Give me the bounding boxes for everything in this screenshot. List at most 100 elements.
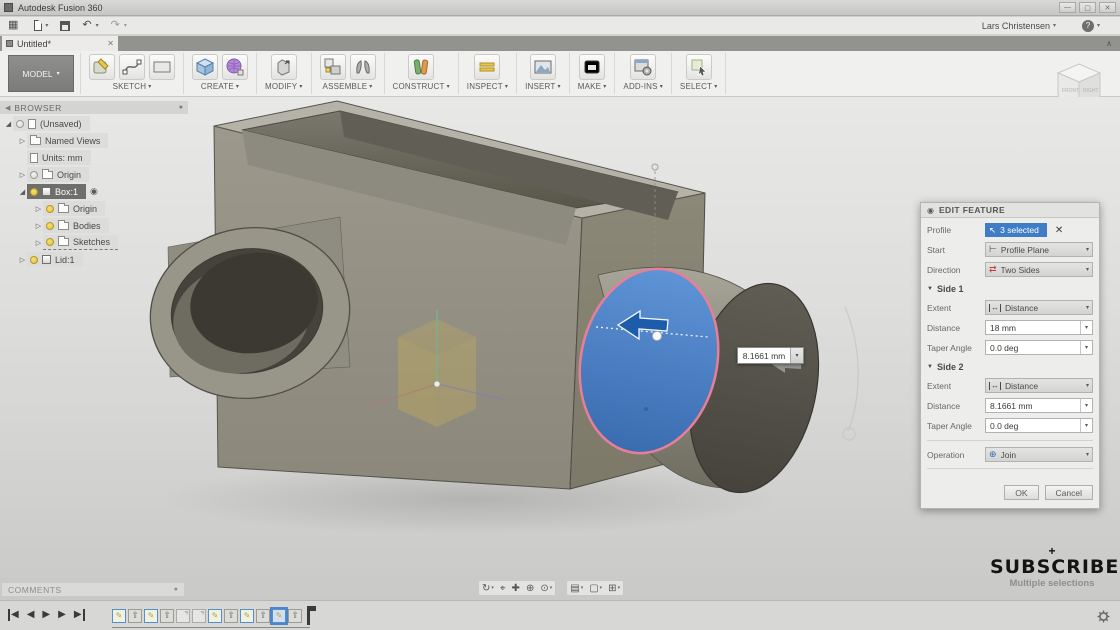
insert-image-button[interactable]: [530, 54, 556, 80]
help-chevron-icon[interactable]: ▾: [1097, 22, 1100, 29]
taper2-input[interactable]: [986, 421, 1080, 431]
create-box-button[interactable]: [192, 54, 218, 80]
close-button[interactable]: ✕: [1099, 2, 1116, 13]
side2-section-header[interactable]: ▼ Side 2: [927, 362, 1093, 372]
browser-header[interactable]: ◀ BROWSER ●: [0, 101, 188, 114]
distance2-spinner[interactable]: ▾: [1080, 399, 1092, 412]
redo-chevron-icon[interactable]: ▾: [124, 22, 127, 29]
sketch-menu[interactable]: SKETCH ▾: [113, 82, 152, 91]
new-component-button[interactable]: [320, 54, 346, 80]
timeline-position-marker[interactable]: [307, 606, 310, 625]
timeline-sketch-icon-selected[interactable]: ✎: [272, 609, 286, 623]
tree-row-unsaved[interactable]: ◢ (Unsaved): [0, 116, 196, 131]
select-menu[interactable]: SELECT ▾: [680, 82, 718, 91]
zoom-fit-button[interactable]: ⊕: [526, 583, 534, 594]
timeline-feature-icon[interactable]: [192, 609, 206, 623]
tree-row-origin[interactable]: ▷ Origin: [0, 167, 196, 182]
side1-section-header[interactable]: ▼ Side 1: [927, 284, 1093, 294]
play-button[interactable]: ▶: [58, 609, 66, 621]
collapsed-triangle-icon[interactable]: ▷: [18, 256, 27, 264]
construct-plane-button[interactable]: [408, 54, 434, 80]
expanded-triangle-icon[interactable]: ◢: [4, 120, 13, 128]
direction-dropdown[interactable]: ⇄ Two Sides ▾: [985, 262, 1093, 277]
timeline-extrude-icon[interactable]: ⇧: [128, 609, 142, 623]
distance1-input[interactable]: [986, 323, 1080, 333]
assemble-menu[interactable]: ASSEMBLE ▾: [323, 82, 373, 91]
collapsed-triangle-icon[interactable]: ▷: [34, 222, 43, 230]
tree-row-box1[interactable]: ◢ Box:1 ◉: [0, 184, 196, 199]
inspect-menu[interactable]: INSPECT ▾: [467, 82, 508, 91]
timeline-extrude-icon[interactable]: ⇧: [288, 609, 302, 623]
collapsed-triangle-icon[interactable]: ▷: [34, 205, 43, 213]
save-icon[interactable]: [60, 21, 70, 31]
modify-menu[interactable]: MODIFY ▾: [265, 82, 303, 91]
addins-menu[interactable]: ADD-INS ▾: [623, 82, 663, 91]
timeline-sketch-icon[interactable]: ✎: [112, 609, 126, 623]
user-chevron-icon[interactable]: ▾: [1053, 22, 1056, 29]
panel-dot-icon[interactable]: ●: [174, 586, 178, 593]
construct-menu[interactable]: CONSTRUCT ▾: [393, 82, 450, 91]
undo-chevron-icon[interactable]: ▾: [96, 22, 99, 29]
tree-row-bodies[interactable]: ▷ Bodies: [0, 218, 196, 233]
create-menu[interactable]: CREATE ▾: [201, 82, 239, 91]
joint-button[interactable]: [350, 54, 376, 80]
workspace-selector[interactable]: MODEL ▾: [8, 55, 74, 92]
tree-row-units[interactable]: Units: mm: [0, 150, 196, 165]
orbit-button[interactable]: ↻▾: [482, 583, 494, 594]
tab-close-icon[interactable]: ✕: [107, 39, 114, 48]
timeline-sketch-icon[interactable]: ✎: [208, 609, 222, 623]
timeline-extrude-icon[interactable]: ⇧: [224, 609, 238, 623]
dialog-header[interactable]: ◉ EDIT FEATURE: [921, 203, 1099, 218]
tree-row-box-origin[interactable]: ▷ Origin: [0, 201, 196, 216]
step-forward-button[interactable]: ▶: [42, 609, 50, 621]
collapsed-triangle-icon[interactable]: ▷: [34, 239, 43, 247]
distance1-spinner[interactable]: ▾: [1080, 321, 1092, 334]
taper1-spinner[interactable]: ▾: [1080, 341, 1092, 354]
timeline-feature-icon[interactable]: [176, 609, 190, 623]
viewport-canvas[interactable]: ◀ BROWSER ● ◢ (Unsaved) ▷ Named Views Un…: [0, 97, 1120, 600]
extent2-dropdown[interactable]: ↔ Distance ▾: [985, 378, 1093, 393]
tab-untitled[interactable]: Untitled* ✕: [2, 36, 118, 51]
layout-button[interactable]: ▢▾: [589, 583, 602, 594]
dimension-dropdown-icon[interactable]: ▾: [790, 348, 803, 363]
collapsed-triangle-icon[interactable]: ▷: [18, 137, 27, 145]
tree-row-sketches[interactable]: ▷ Sketches: [0, 235, 196, 250]
timeline-settings-gear-icon[interactable]: [1097, 610, 1110, 623]
visibility-bulb-icon[interactable]: [16, 120, 24, 128]
user-account-menu[interactable]: Lars Christensen: [982, 21, 1050, 31]
toolbar-collapse-icon[interactable]: ∧: [1106, 39, 1112, 48]
timeline-extrude-icon[interactable]: ⇧: [256, 609, 270, 623]
collapsed-triangle-icon[interactable]: ▷: [18, 171, 27, 179]
display-settings-button[interactable]: ▤▾: [570, 583, 583, 594]
timeline-sketch-icon[interactable]: ✎: [240, 609, 254, 623]
measure-button[interactable]: [474, 54, 500, 80]
visibility-bulb-icon[interactable]: [46, 222, 54, 230]
manipulator-origin-dot[interactable]: [653, 332, 662, 341]
pan-button[interactable]: ✚: [512, 583, 520, 594]
insert-menu[interactable]: INSERT ▾: [525, 82, 561, 91]
grid-settings-button[interactable]: ⊞▾: [608, 583, 620, 594]
clear-selection-icon[interactable]: ✕: [1055, 225, 1063, 236]
file-menu-chevron-icon[interactable]: ▾: [45, 22, 48, 29]
tree-row-named-views[interactable]: ▷ Named Views: [0, 133, 196, 148]
visibility-bulb-icon[interactable]: [46, 205, 54, 213]
visibility-bulb-icon[interactable]: [30, 171, 38, 179]
skip-to-start-button[interactable]: ◀: [8, 609, 19, 621]
help-icon[interactable]: ?: [1082, 20, 1094, 32]
extent1-dropdown[interactable]: ↔ Distance ▾: [985, 300, 1093, 315]
operation-dropdown[interactable]: ⊕ Join ▾: [985, 447, 1093, 462]
skip-to-end-button[interactable]: ▶: [74, 609, 85, 621]
tree-row-lid1[interactable]: ▷ Lid:1: [0, 252, 196, 267]
timeline-sketch-icon[interactable]: ✎: [144, 609, 158, 623]
zoom-button[interactable]: ⊙▾: [540, 583, 552, 594]
spline-button[interactable]: [119, 54, 145, 80]
step-back-button[interactable]: ◀: [27, 609, 35, 621]
press-pull-button[interactable]: [271, 54, 297, 80]
panel-dot-icon[interactable]: ●: [179, 104, 183, 111]
rectangle-button[interactable]: [149, 54, 175, 80]
make-button[interactable]: [579, 54, 605, 80]
visibility-bulb-icon[interactable]: [30, 256, 38, 264]
profile-selection-chip[interactable]: ↖ 3 selected: [985, 223, 1047, 237]
start-dropdown[interactable]: ⊢ Profile Plane ▾: [985, 242, 1093, 257]
create-sketch-button[interactable]: [89, 54, 115, 80]
